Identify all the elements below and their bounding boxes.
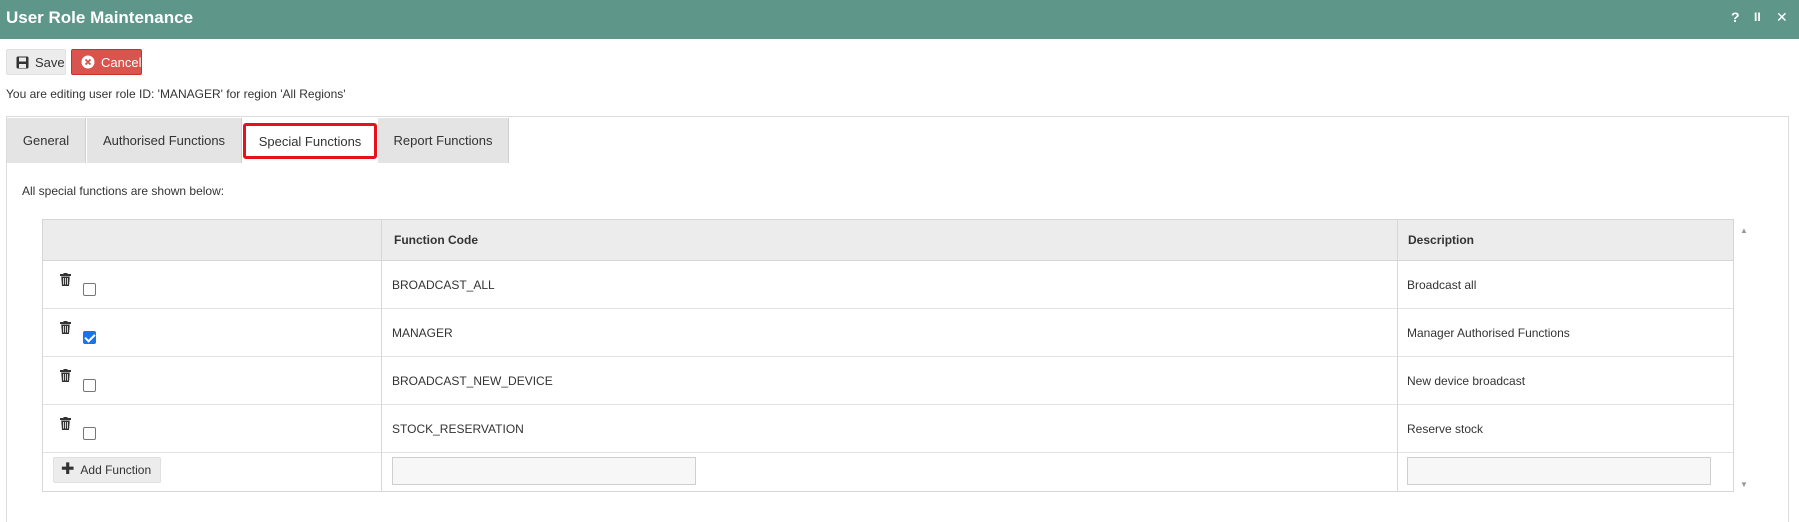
description-cell: Manager Authorised Functions xyxy=(1407,326,1570,340)
help-icon[interactable]: ? xyxy=(1731,9,1740,25)
cancel-label: Cancel xyxy=(101,54,142,70)
trash-icon[interactable] xyxy=(60,321,71,337)
table-row: STOCK_RESERVATION Reserve stock xyxy=(43,405,1733,453)
description-cell: Reserve stock xyxy=(1407,422,1484,436)
tab-authorised-functions-label: Authorised Functions xyxy=(102,133,226,148)
tab-special-functions[interactable]: Special Functions xyxy=(243,123,377,159)
column-header-description[interactable]: Description xyxy=(1408,233,1474,247)
close-icon[interactable]: ✕ xyxy=(1776,9,1788,26)
tab-general-label: General xyxy=(22,133,70,148)
description-cell: New device broadcast xyxy=(1407,374,1526,388)
column-header-function-code[interactable]: Function Code xyxy=(394,233,478,247)
edit-info-text: You are editing user role ID: 'MANAGER' … xyxy=(6,87,346,101)
tab-report-functions-label: Report Functions xyxy=(393,133,493,148)
table-row: MANAGER Manager Authorised Functions xyxy=(43,309,1733,357)
table-row: BROADCAST_ALL Broadcast all xyxy=(43,261,1733,309)
row-select-checkbox[interactable] xyxy=(83,283,96,296)
add-function-label: Add Function xyxy=(80,463,152,477)
column-divider xyxy=(381,220,382,491)
new-function-code-input[interactable] xyxy=(392,457,696,485)
x-circle-icon xyxy=(81,55,95,69)
window-title: User Role Maintenance xyxy=(6,8,194,27)
table-row: BROADCAST_NEW_DEVICE New device broadcas… xyxy=(43,357,1733,405)
function-code-cell: MANAGER xyxy=(392,326,453,340)
tab-authorised-functions[interactable]: Authorised Functions xyxy=(87,118,242,163)
save-button[interactable]: Save xyxy=(6,49,66,75)
floppy-disk-icon xyxy=(16,56,29,69)
tab-report-functions[interactable]: Report Functions xyxy=(378,118,509,163)
trash-icon[interactable] xyxy=(60,369,71,385)
trash-icon[interactable] xyxy=(60,417,71,433)
cancel-button[interactable]: Cancel xyxy=(71,49,142,75)
description-cell: Broadcast all xyxy=(1407,278,1477,292)
tab-special-functions-label: Special Functions xyxy=(258,133,362,149)
new-description-input[interactable] xyxy=(1407,457,1711,485)
row-select-checkbox[interactable] xyxy=(83,379,96,392)
add-function-button[interactable]: ✚ Add Function xyxy=(53,457,161,483)
function-code-cell: BROADCAST_NEW_DEVICE xyxy=(392,374,553,388)
grid-header: Function Code Description xyxy=(43,220,1733,261)
row-select-checkbox[interactable] xyxy=(83,331,96,344)
trash-icon[interactable] xyxy=(60,273,71,289)
pause-icon[interactable]: II xyxy=(1754,10,1761,24)
window-titlebar: User Role Maintenance ? II ✕ xyxy=(0,0,1799,39)
save-label: Save xyxy=(35,54,65,70)
function-code-cell: BROADCAST_ALL xyxy=(392,278,495,292)
column-divider xyxy=(1397,220,1398,491)
row-select-checkbox[interactable] xyxy=(83,427,96,440)
function-code-cell: STOCK_RESERVATION xyxy=(392,422,524,436)
special-functions-grid: Function Code Description BROADCAST_ALL … xyxy=(42,219,1734,492)
scroll-down-icon[interactable]: ▼ xyxy=(1740,480,1748,489)
scroll-up-icon[interactable]: ▲ xyxy=(1740,226,1748,235)
intro-text: All special functions are shown below: xyxy=(22,184,225,198)
tab-general[interactable]: General xyxy=(7,118,86,163)
plus-icon: ✚ xyxy=(61,461,75,478)
